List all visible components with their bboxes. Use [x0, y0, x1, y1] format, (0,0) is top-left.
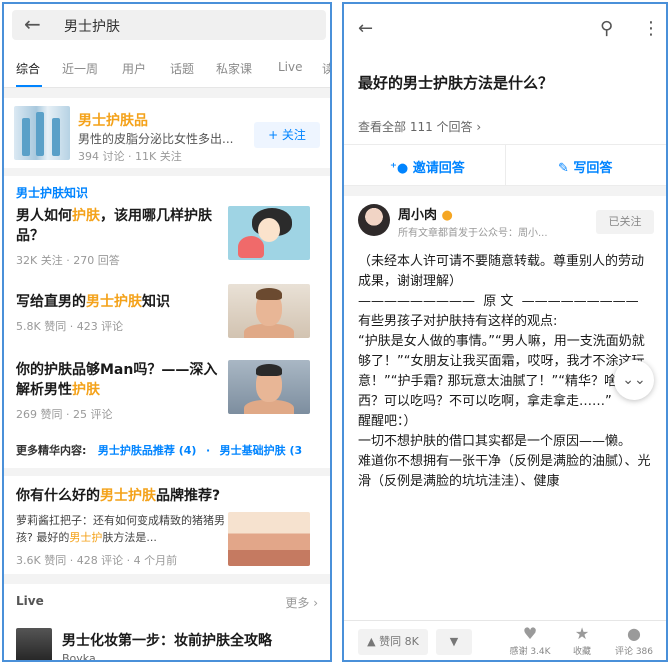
- topic-title[interactable]: 男士护肤品: [78, 110, 148, 130]
- scroll-down-icon[interactable]: ⌄⌄: [614, 360, 654, 400]
- knowledge-item-title[interactable]: 男人如何护肤，该用哪几样护肤品？: [16, 206, 216, 246]
- badge-icon: ●: [441, 208, 453, 223]
- author-name[interactable]: 周小肉 ●: [398, 204, 453, 223]
- knowledge-item-title[interactable]: 写给直男的男士护肤知识: [16, 292, 216, 312]
- collect-button[interactable]: ★ 收藏: [558, 624, 606, 658]
- more-link-recommend[interactable]: 男士护肤品推荐 (4): [98, 444, 197, 457]
- thanks-label: 感谢 3.4K: [509, 647, 551, 657]
- knowledge-item-meta: 5.8K 赞同 · 423 评论: [16, 320, 124, 333]
- search-results-screen: ← 男士护肤 综合 近一周 用户 话题 私家课 Live 读 男士护肤品 男性的…: [2, 2, 332, 662]
- tab-users[interactable]: 用户: [122, 60, 146, 77]
- answer-header: ← ⚲ ⋮: [344, 4, 666, 60]
- topic-card[interactable]: 男士护肤品 男性的皮脂分泌比女性多出... 394 讨论 · 11K 关注 + …: [4, 98, 330, 168]
- question-actions: ⁺● 邀请回答 ✎ 写回答: [344, 144, 666, 186]
- back-arrow-icon[interactable]: ←: [24, 12, 41, 36]
- tab-live[interactable]: Live: [278, 60, 303, 74]
- knowledge-item-image: [228, 360, 310, 414]
- more-options-icon[interactable]: ⋮: [642, 18, 660, 39]
- live-item-author: Boyka: [62, 652, 96, 662]
- followed-button[interactable]: 已关注: [596, 210, 654, 234]
- topic-meta: 394 讨论 · 11K 关注: [78, 150, 182, 163]
- downvote-button[interactable]: ▼: [436, 629, 472, 655]
- star-icon: ★: [574, 624, 590, 643]
- tab-week[interactable]: 近一周: [62, 60, 98, 77]
- topic-description: 男性的皮脂分泌比女性多出...: [78, 132, 234, 146]
- thanks-button[interactable]: ♥ 感谢 3.4K: [506, 624, 554, 658]
- knowledge-item-title[interactable]: 你的护肤品够Man吗？——深入解析男性护肤: [16, 360, 222, 400]
- live-item-title[interactable]: 男士化妆第一步：妆前护肤全攻略: [62, 630, 272, 650]
- more-link-basic[interactable]: 男士基础护肤 (3: [220, 444, 303, 457]
- live-more-link[interactable]: 更多 ›: [285, 594, 318, 611]
- answer-snippet[interactable]: 萝莉酱扛把子：还有如何变成精致的猪猪男孩? 最好的男士护肤方法是...: [16, 512, 226, 546]
- answer-image: [228, 512, 310, 566]
- answer-body[interactable]: （未经本人许可请不要随意转载。尊重别人的劳动成果，谢谢理解） —————————…: [358, 252, 654, 492]
- live-section-title: Live: [16, 594, 44, 608]
- answer-paragraph: （未经本人许可请不要随意转载。尊重别人的劳动成果，谢谢理解）: [358, 254, 645, 289]
- answer-action-bar: ▲ 赞同 8K ▼ ♥ 感谢 3.4K ★ 收藏 ● 评论 386: [344, 620, 666, 660]
- answer-question-title[interactable]: 你有什么好的男士护肤品牌推荐?: [16, 486, 316, 506]
- knowledge-item-meta: 269 赞同 · 25 评论: [16, 408, 113, 421]
- tab-topics[interactable]: 话题: [170, 60, 194, 77]
- answer-paragraph: “护肤是女人做的事情。”“男人嘛，用一支洗面奶就够了！”“女朋友让我买面霜，哎呀…: [358, 334, 645, 409]
- result-tabs: 综合 近一周 用户 话题 私家课 Live 读: [4, 48, 330, 88]
- search-header: ← 男士护肤: [4, 4, 330, 48]
- tab-all[interactable]: 综合: [16, 60, 40, 77]
- search-input[interactable]: ← 男士护肤: [12, 10, 326, 40]
- upvote-button[interactable]: ▲ 赞同 8K: [358, 629, 428, 655]
- tab-read[interactable]: 读: [322, 60, 330, 77]
- comment-button[interactable]: ● 评论 386: [610, 624, 658, 658]
- knowledge-section-title[interactable]: 男士护肤知识: [16, 184, 88, 201]
- knowledge-section: 男士护肤知识 男人如何护肤，该用哪几样护肤品？ 32K 关注 · 270 回答 …: [4, 176, 330, 468]
- author-bio: 所有文章都首发于公众号：周小...: [398, 228, 548, 239]
- answer-paragraph: 醒醒吧：）: [358, 414, 417, 429]
- back-arrow-icon[interactable]: ←: [358, 18, 373, 39]
- answer-meta: 3.6K 赞同 · 428 评论 · 4 个月前: [16, 554, 178, 567]
- comment-icon: ●: [627, 624, 641, 643]
- answer-screen: ← ⚲ ⋮ 最好的男士护肤方法是什么？ 查看全部 111 个回答 › ⁺● 邀请…: [342, 2, 668, 662]
- view-all-answers-link[interactable]: 查看全部 111 个回答 ›: [358, 118, 481, 135]
- divider: [505, 145, 506, 186]
- more-featured-label: 更多精华内容:: [16, 444, 87, 457]
- question-title[interactable]: 最好的男士护肤方法是什么？: [358, 72, 553, 93]
- invite-user-icon: ⁺●: [390, 161, 413, 176]
- knowledge-item-image: [228, 206, 310, 260]
- search-query[interactable]: 男士护肤: [64, 16, 120, 36]
- answer-paragraph: 难道你不想拥有一张干净（反例是满脸的油腻）、光滑（反例是满脸的坑坑洼洼）、健康: [358, 454, 651, 489]
- search-icon[interactable]: ⚲: [600, 18, 613, 39]
- section-gap: [344, 186, 666, 196]
- comment-label: 评论 386: [614, 647, 654, 657]
- avatar[interactable]: [358, 204, 390, 236]
- topic-image: [14, 106, 70, 160]
- tab-private-course[interactable]: 私家课: [216, 60, 252, 77]
- invite-answer-button[interactable]: ⁺● 邀请回答: [390, 157, 465, 176]
- more-featured-row: 更多精华内容: 男士护肤品推荐 (4) · 男士基础护肤 (3: [16, 442, 302, 458]
- answer-paragraph: 有些男孩子对护肤持有这样的观点:: [358, 314, 558, 329]
- knowledge-item-image: [228, 284, 310, 338]
- answer-paragraph: ————————— 原 文 —————————: [358, 294, 639, 309]
- active-tab-indicator: [16, 85, 42, 87]
- follow-topic-button[interactable]: + 关注: [254, 122, 320, 148]
- write-answer-button[interactable]: ✎ 写回答: [558, 157, 612, 176]
- answer-card[interactable]: 你有什么好的男士护肤品牌推荐? 萝莉酱扛把子：还有如何变成精致的猪猪男孩? 最好…: [4, 476, 330, 574]
- live-section: Live 更多 › 男士化妆第一步：妆前护肤全攻略 Boyka: [4, 584, 330, 662]
- live-cover-image: [16, 628, 52, 660]
- knowledge-item-meta: 32K 关注 · 270 回答: [16, 254, 120, 267]
- more-link-separator: ·: [205, 444, 211, 457]
- collect-label: 收藏: [572, 647, 591, 657]
- heart-icon: ♥: [522, 624, 538, 643]
- edit-icon: ✎: [558, 161, 574, 176]
- answer-paragraph: 一切不想护肤的借口其实都是一个原因——懒。: [358, 434, 632, 449]
